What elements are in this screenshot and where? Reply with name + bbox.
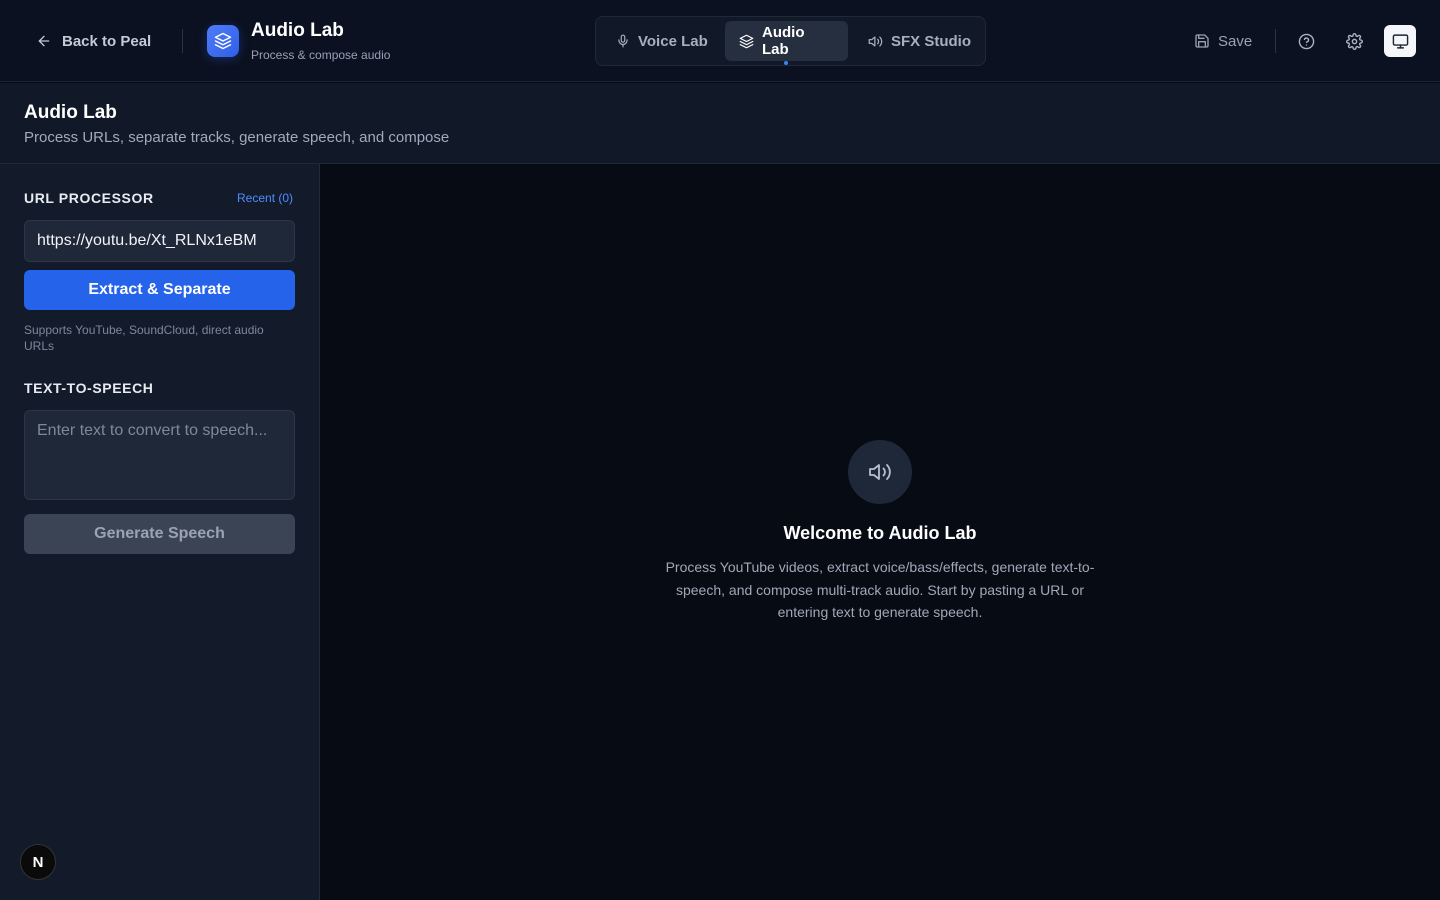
recent-link[interactable]: Recent (0) (237, 191, 293, 205)
app-logo (207, 25, 239, 57)
back-label: Back to Peal (62, 32, 152, 50)
tab-label: SFX Studio (891, 32, 971, 50)
mode-tabs: Voice Lab Audio Lab SFX Studio (595, 16, 986, 66)
top-bar: Back to Peal Audio Lab Process & compose… (0, 0, 1440, 82)
sidebar: URL PROCESSOR Recent (0) Extract & Separ… (0, 164, 320, 900)
welcome-icon-circle (848, 440, 912, 504)
active-tab-indicator (784, 61, 788, 65)
layers-icon (739, 34, 754, 49)
welcome-title: Welcome to Audio Lab (783, 523, 977, 543)
settings-button[interactable] (1344, 31, 1364, 51)
help-button[interactable] (1296, 31, 1316, 51)
display-mode-button[interactable] (1384, 25, 1416, 57)
divider (182, 29, 183, 53)
save-icon (1194, 33, 1210, 49)
arrow-left-icon (36, 33, 52, 49)
tts-heading: TEXT-TO-SPEECH (24, 380, 154, 396)
mic-icon (616, 34, 630, 48)
tab-audio-lab[interactable]: Audio Lab (725, 21, 848, 61)
tab-label: Audio Lab (762, 24, 805, 58)
main-canvas: Welcome to Audio Lab Process YouTube vid… (320, 164, 1440, 900)
divider (1275, 29, 1276, 53)
welcome-text: Process YouTube videos, extract voice/ba… (665, 559, 1095, 620)
url-input[interactable] (24, 220, 295, 262)
speaker-icon (868, 460, 892, 484)
tts-input[interactable] (24, 410, 295, 500)
speaker-icon (868, 34, 883, 49)
layers-icon (214, 32, 232, 50)
help-circle-icon (1298, 33, 1315, 50)
n-badge[interactable]: N (20, 844, 56, 880)
page-subtitle: Process URLs, separate tracks, generate … (24, 129, 450, 146)
page-title: Audio Lab (24, 102, 117, 123)
back-to-peal-button[interactable]: Back to Peal (36, 29, 151, 53)
supported-sources-hint: Supports YouTube, SoundCloud, direct aud… (24, 323, 264, 353)
app-subtitle: Process & compose audio (251, 48, 391, 62)
url-processor-heading: URL PROCESSOR (24, 190, 154, 206)
monitor-icon (1392, 33, 1409, 50)
save-label: Save (1218, 32, 1253, 50)
tab-label: Voice Lab (638, 32, 708, 50)
generate-speech-button[interactable]: Generate Speech (24, 514, 295, 554)
extract-separate-button[interactable]: Extract & Separate (24, 270, 295, 310)
gear-icon (1345, 32, 1363, 50)
tab-voice-lab[interactable]: Voice Lab (602, 21, 722, 61)
tab-sfx-studio[interactable]: SFX Studio (854, 21, 985, 61)
page-header: Audio Lab Process URLs, separate tracks,… (0, 83, 1440, 164)
app-title: Audio Lab (251, 20, 344, 41)
save-button[interactable]: Save (1194, 30, 1252, 52)
